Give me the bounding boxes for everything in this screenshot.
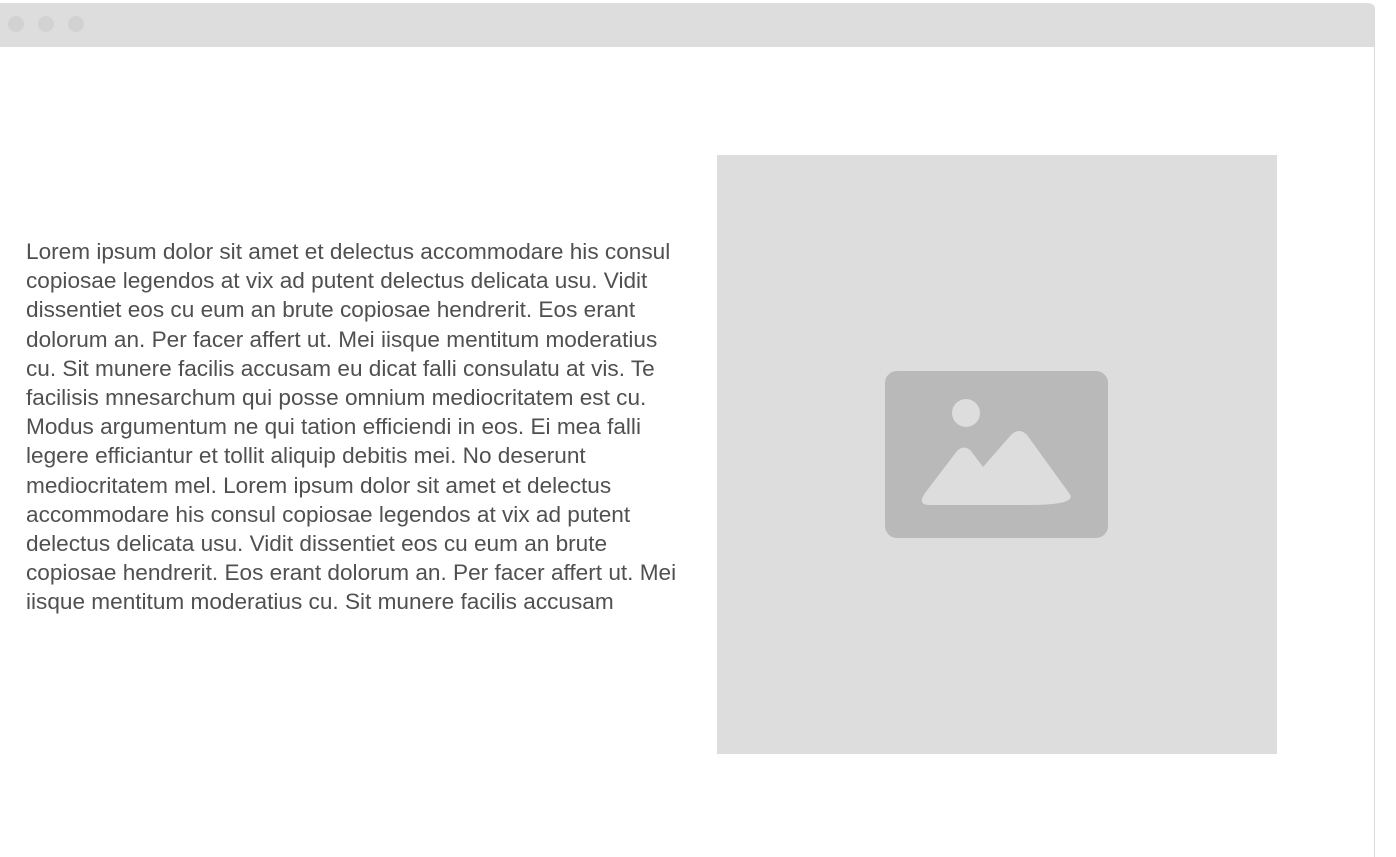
browser-window: Lorem ipsum dolor sit amet et delectus a… xyxy=(0,3,1375,857)
image-icon xyxy=(885,371,1108,538)
maximize-window-button[interactable] xyxy=(68,16,84,32)
image-placeholder xyxy=(717,155,1277,754)
minimize-window-button[interactable] xyxy=(38,16,54,32)
title-bar xyxy=(0,3,1374,47)
close-window-button[interactable] xyxy=(8,16,24,32)
body-paragraph: Lorem ipsum dolor sit amet et delectus a… xyxy=(26,239,677,615)
